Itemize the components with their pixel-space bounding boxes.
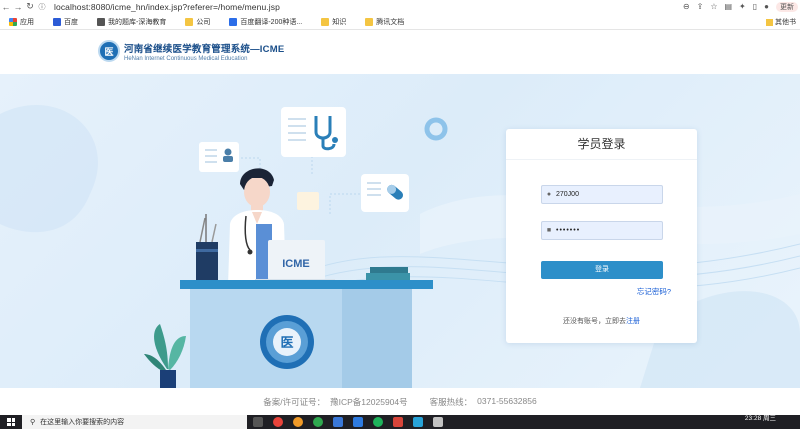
windows-icon <box>7 418 15 426</box>
info-icon[interactable]: ⓘ <box>36 2 48 12</box>
register-link[interactable]: 注册 <box>626 318 640 325</box>
license-info: 备案/许可证号： 豫ICP备12025904号 <box>263 396 407 408</box>
ide-icon[interactable] <box>413 417 423 427</box>
chrome-icon[interactable] <box>273 417 283 427</box>
forgot-password-link[interactable]: 忘记密码? <box>637 286 671 297</box>
site-footer: 备案/许可证号： 豫ICP备12025904号 客服热线： 0371-55632… <box>0 388 800 415</box>
other-bookmarks[interactable]: 其他书 <box>766 17 796 27</box>
profile-icon[interactable]: ● <box>764 2 769 11</box>
license-value: 豫ICP备12025904号 <box>330 396 408 407</box>
app-icon[interactable] <box>313 417 323 427</box>
extension-icon[interactable]: ▤ <box>724 2 732 11</box>
baidu-icon <box>53 17 61 26</box>
bookmark-company[interactable]: 公司 <box>185 17 210 27</box>
lock-icon: ■ <box>546 227 552 234</box>
bookmark-knowledge[interactable]: 知识 <box>321 17 346 27</box>
license-label: 备案/许可证号： <box>263 396 326 407</box>
tencent-docs-icon <box>365 17 374 26</box>
taskbar-clock[interactable]: 23:28 周三 <box>745 415 776 422</box>
username-value: 270J00 <box>556 191 579 198</box>
share-icon[interactable]: ⇪ <box>697 2 704 11</box>
browser-toolbar: ← → ↻ ⓘ localhost:8080/icme_hn/index.jsp… <box>0 0 800 13</box>
username-field[interactable]: ● 270J00 <box>541 185 663 204</box>
login-form-card: 学员登录 ● 270J00 ■ ••••••• 登录 忘记密码? 还没有账号，立… <box>506 129 697 343</box>
user-icon: ● <box>546 191 552 198</box>
hotline-label: 客服热线： <box>429 396 473 407</box>
svg-text:医: 医 <box>280 335 293 350</box>
profile-card-icon <box>199 142 239 172</box>
site-header: 医 河南省继续医学教育管理系统—ICME HeNan Internet Cont… <box>0 30 800 74</box>
pill-card-icon <box>361 174 409 212</box>
note-icon <box>297 192 319 210</box>
login-button[interactable]: 登录 <box>541 261 663 279</box>
ring-decoration <box>424 117 448 141</box>
editor-icon[interactable] <box>333 417 343 427</box>
hotline-value: 0371-55632856 <box>477 395 537 406</box>
logo-badge-icon: 医 <box>98 40 120 62</box>
browser-icon[interactable] <box>293 417 303 427</box>
folder-icon <box>321 17 330 26</box>
wechat-icon[interactable] <box>373 417 383 427</box>
site-subtitle: HeNan Internet Continuous Medical Educat… <box>124 55 248 62</box>
back-icon[interactable]: ← <box>0 2 12 12</box>
site-logo[interactable]: 医 河南省继续医学教育管理系统—ICME HeNan Internet Cont… <box>98 40 284 62</box>
bookmark-apps[interactable]: 应用 <box>9 17 34 27</box>
explorer-icon[interactable] <box>353 417 363 427</box>
update-button[interactable]: 更新 <box>776 1 798 12</box>
address-bar[interactable]: localhost:8080/icme_hn/index.jsp?referer… <box>54 2 280 12</box>
bookmark-baidu[interactable]: 百度 <box>53 17 78 27</box>
password-field[interactable]: ■ ••••••• <box>541 221 663 240</box>
sidebar-icon[interactable]: ▯ <box>753 2 757 11</box>
bookmark-fanyi[interactable]: 百度翻译-200种语... <box>229 17 302 27</box>
apps-icon <box>9 17 17 26</box>
taskbar: ⚲ 在这里输入你要搜索的内容 23:28 周三 <box>0 415 800 429</box>
no-account-text: 还没有账号，立即去 <box>563 318 626 325</box>
cube-icon <box>97 17 105 26</box>
books-icon <box>370 267 408 273</box>
bookmark-star-icon[interactable]: ☆ <box>710 2 717 11</box>
taskbar-search[interactable]: ⚲ 在这里输入你要搜索的内容 <box>22 415 247 429</box>
plant-icon <box>144 324 186 388</box>
puzzle-icon[interactable]: ✦ <box>739 2 746 11</box>
bookmark-tiku[interactable]: 我的题库-深海教育 <box>97 17 166 27</box>
terminal-icon[interactable] <box>433 417 443 427</box>
forward-icon[interactable]: → <box>12 2 24 12</box>
site-title: 河南省继续医学教育管理系统—ICME <box>124 43 285 55</box>
reload-icon[interactable]: ↻ <box>24 1 36 12</box>
tool-icon[interactable] <box>393 417 403 427</box>
desk-illustration: 医 <box>180 280 433 388</box>
bookmark-tencent-docs[interactable]: 腾讯文档 <box>365 17 404 27</box>
laptop-label: ICME <box>282 258 310 270</box>
start-button[interactable] <box>0 415 22 429</box>
bookmarks-bar: 应用 百度 我的题库-深海教育 公司 百度翻译-200种语... 知识 腾讯文档… <box>0 14 800 30</box>
zoom-icon[interactable]: ⊖ <box>683 2 690 11</box>
folder-icon <box>185 17 194 26</box>
translate-icon <box>229 17 238 26</box>
register-row: 还没有账号，立即去注册 <box>506 316 697 326</box>
pen-cup-icon <box>196 214 218 282</box>
login-title: 学员登录 <box>506 129 697 160</box>
task-view-icon[interactable] <box>253 417 263 427</box>
folder-icon <box>766 18 773 26</box>
hotline-info: 客服热线： 0371-55632856 <box>430 396 537 408</box>
password-value: ••••••• <box>556 227 581 234</box>
stethoscope-card-icon <box>281 107 346 157</box>
search-icon: ⚲ <box>30 419 36 426</box>
